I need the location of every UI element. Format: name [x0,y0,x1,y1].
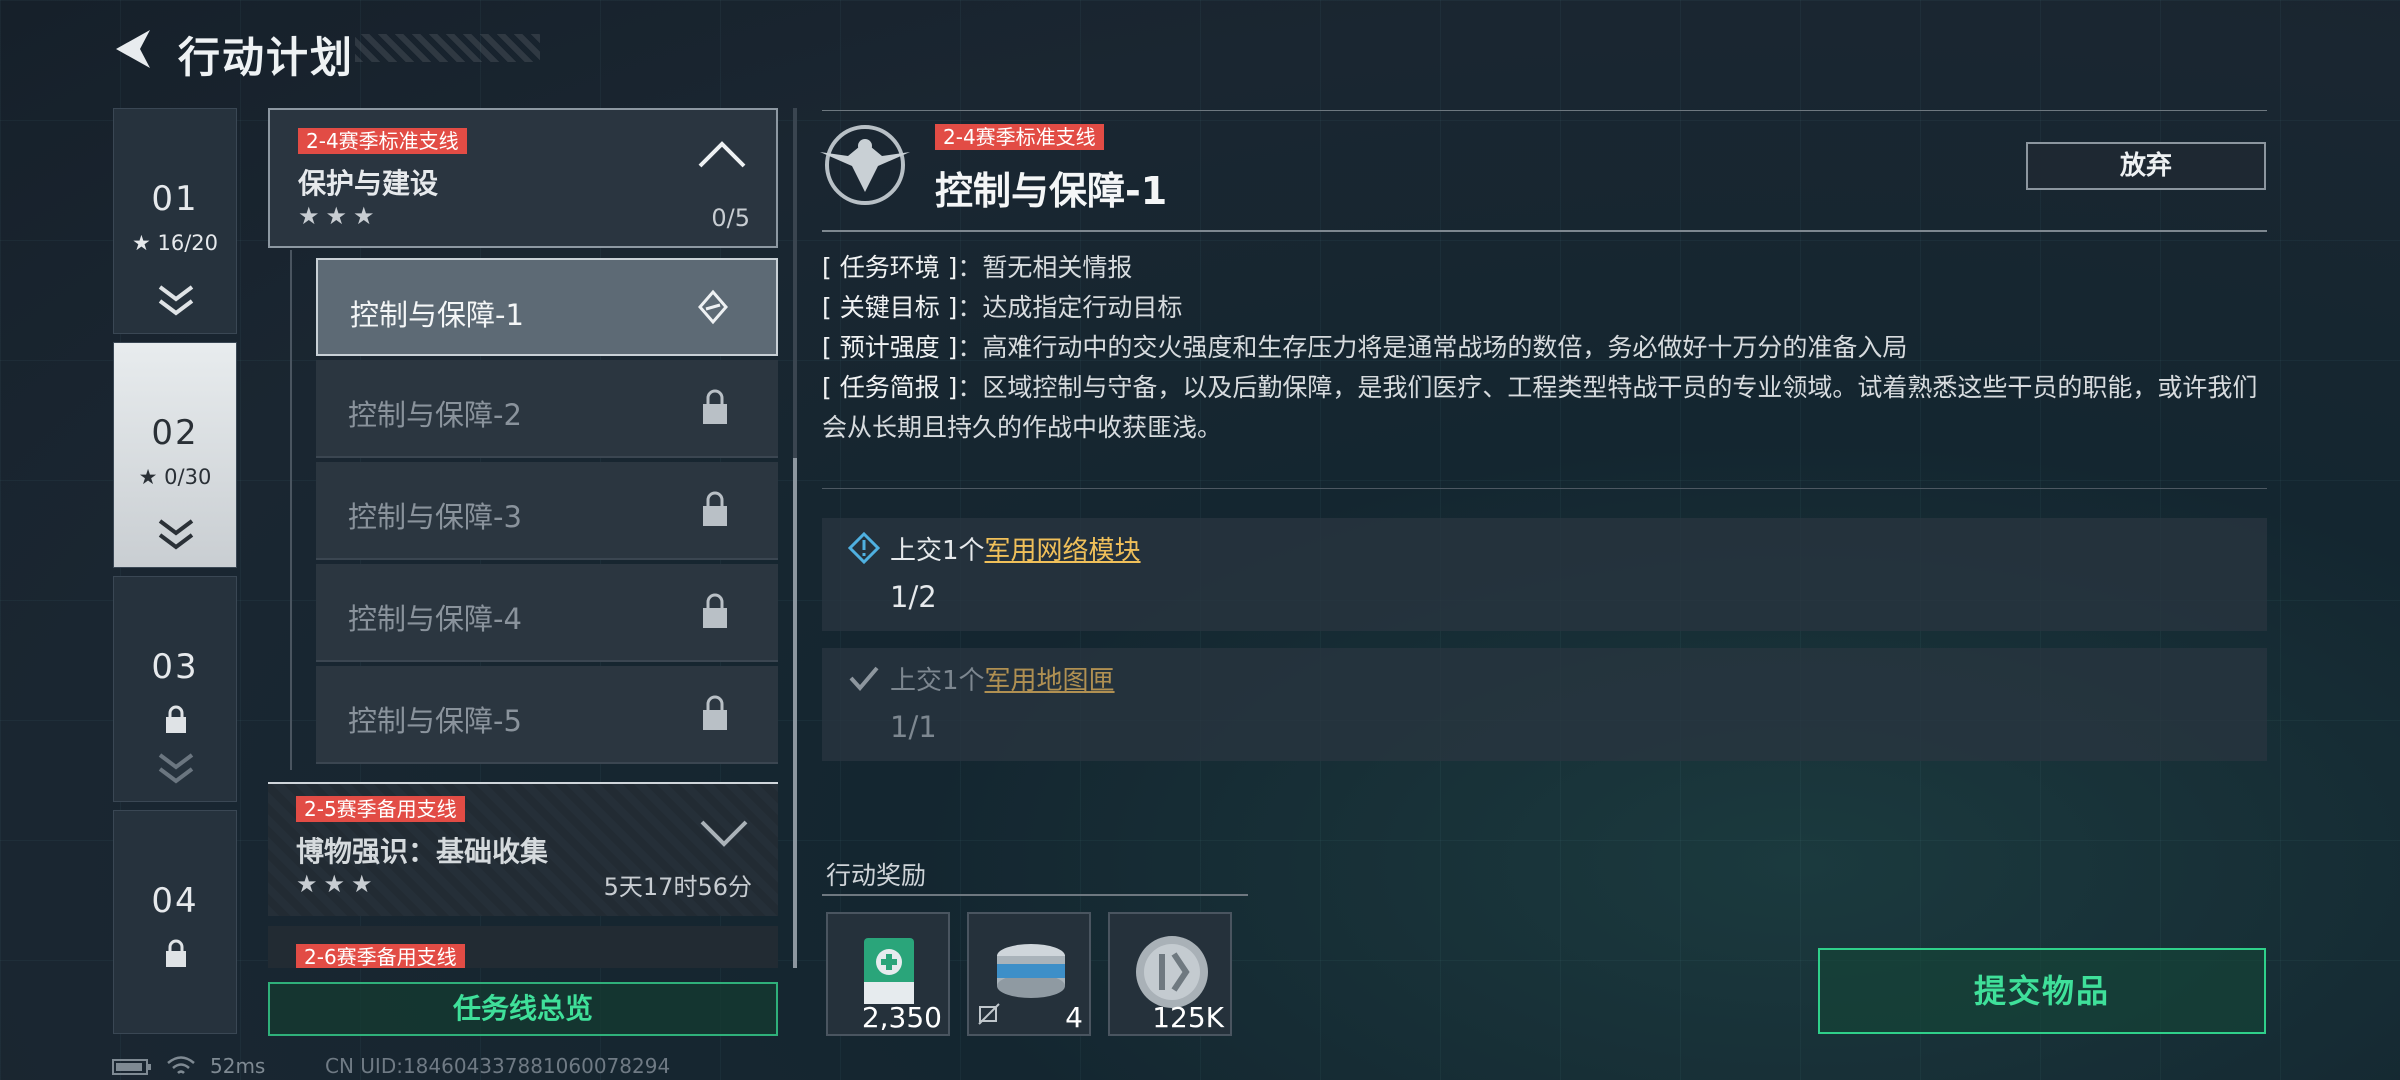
lock-icon [703,593,727,628]
coin-icon [1136,936,1208,1008]
lock-icon [703,389,727,424]
divider [822,894,1248,896]
mission-line-card[interactable]: 2-6赛季备用支线 [268,926,778,968]
medical-supply-icon [864,938,914,1004]
mission-line-card[interactable]: 2-4赛季标准支线 保护与建设 ★★★ 0/5 [268,108,778,248]
mission-line-title: 保护与建设 [298,167,439,200]
mission-item-5[interactable]: 控制与保障-5 [316,666,778,764]
chevron-up-icon [698,141,746,168]
objective-text: 上交1个军用网络模块 [890,536,1141,566]
chevron-down-icon [158,753,194,784]
reward-item[interactable]: 125K [1108,912,1232,1036]
chevron-down-icon [158,285,194,316]
canned-food-icon [997,944,1065,998]
mission-title: 控制与保障-1 [935,169,1168,213]
item-link[interactable]: 军用网络模块 [985,536,1141,566]
chapter-tab-03[interactable]: 03 [113,576,237,802]
chapter-stars: ★ 0/30 [138,465,212,489]
rewards-label: 行动奖励 [826,861,927,890]
objective-count: 1/1 [890,710,937,744]
chapter-tab-02[interactable]: 02 ★ 0/30 [113,342,237,568]
wifi-icon [167,1056,195,1074]
reward-count: 4 [1065,1001,1083,1034]
chapter-number: 03 [151,647,199,687]
season-badge: 2-4赛季标准支线 [298,128,467,154]
objective-text: 上交1个军用地图匣 [890,666,1115,696]
lock-icon [166,939,186,967]
battery-icon [112,1059,151,1075]
chevron-down-icon [700,820,748,847]
info-briefing: [ 任务简报 ]：区域控制与守备，以及后勤保障，是我们医疗、工程类型特战干员的专… [822,373,2258,442]
lock-icon [703,695,727,730]
title-decoration [355,34,540,62]
mission-item-label: 控制与保障-3 [348,500,522,534]
list-scrollbar[interactable] [793,108,797,968]
objective-item: 上交1个军用地图匣 1/1 [822,648,2267,761]
mission-item-1[interactable]: 控制与保障-1 [316,258,778,356]
mission-line-timer: 5天17时56分 [603,873,752,901]
no-trade-icon [978,1003,1000,1025]
uid-text: CN UID:184604337881060078294 [325,1054,671,1078]
ping-text: 52ms [210,1054,266,1078]
mission-item-label: 控制与保障-1 [350,298,524,332]
info-difficulty: [ 预计强度 ]：高难行动中的交火强度和生存压力将是通常战场的数倍，务必做好十万… [822,333,1908,362]
mission-item-4[interactable]: 控制与保障-4 [316,564,778,662]
mission-line-title: 博物强识：基础收集 [296,835,549,868]
divider [822,230,2267,232]
tree-connector [290,250,292,770]
lock-icon [166,705,186,733]
eagle-emblem-icon [820,125,910,205]
chapter-number: 02 [151,413,199,453]
chapter-number: 01 [151,179,199,219]
abandon-button[interactable]: 放弃 [2026,142,2266,190]
reward-item[interactable]: 4 [967,912,1091,1036]
mission-item-label: 控制与保障-4 [348,602,522,636]
submit-items-button[interactable]: 提交物品 [1818,948,2266,1034]
chapter-stars: ★ 16/20 [131,231,219,255]
reward-item[interactable]: 2,350 [826,912,950,1036]
divider [822,488,2267,489]
season-badge: 2-5赛季备用支线 [296,796,465,822]
chevron-down-icon [158,519,194,550]
reward-count: 2,350 [861,1001,942,1034]
season-badge: 2-6赛季备用支线 [296,944,465,968]
chapter-tab-01[interactable]: 01 ★ 16/20 [113,108,237,334]
mission-item-label: 控制与保障-2 [348,398,522,432]
mission-item-2[interactable]: 控制与保障-2 [316,360,778,458]
item-link[interactable]: 军用地图匣 [985,666,1115,696]
divider [822,110,2267,111]
reward-count: 125K [1152,1001,1224,1034]
info-environment: [ 任务环境 ]：暂无相关情报 [822,253,1133,282]
alert-diamond-icon [848,532,880,564]
checkmark-icon [849,666,879,692]
mission-item-label: 控制与保障-5 [348,704,522,738]
lock-icon [703,491,727,526]
target-diamond-icon [698,289,728,325]
chapter-tab-04[interactable]: 04 [113,810,237,1034]
objective-item: 上交1个军用网络模块 1/2 [822,518,2267,631]
mission-line-stars: ★★★ [298,202,381,230]
page-title: 行动计划 [178,33,355,82]
back-arrow-icon[interactable] [110,24,154,74]
mission-overview-button[interactable]: 任务线总览 [268,982,778,1036]
mission-line-progress: 0/5 [711,204,750,232]
season-badge: 2-4赛季标准支线 [935,124,1104,150]
objective-count: 1/2 [890,580,937,614]
mission-item-3[interactable]: 控制与保障-3 [316,462,778,560]
mission-line-card[interactable]: 2-5赛季备用支线 博物强识：基础收集 ★★★ 5天17时56分 [268,782,778,916]
info-key-objective: [ 关键目标 ]：达成指定行动目标 [822,293,1183,322]
chapter-number: 04 [151,881,199,921]
